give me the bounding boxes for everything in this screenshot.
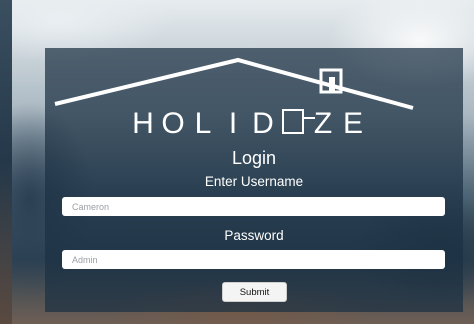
password-input[interactable] [62, 250, 445, 269]
logo-letter-e: E [343, 107, 363, 140]
login-title: Login [231, 148, 277, 168]
holidaze-logo: H O L I D Z E [54, 57, 414, 140]
username-label: Enter Username [204, 174, 304, 189]
page: H O L I D Z E Login Enter Username Passw… [0, 0, 474, 324]
logo-letter-o: O [161, 107, 184, 140]
username-input[interactable] [62, 197, 445, 216]
logo-letter-d: D [252, 107, 274, 140]
logo-letter-h: H [132, 107, 154, 140]
submit-button[interactable]: Submit [222, 282, 287, 302]
left-edge-strip [0, 0, 12, 324]
logo-letter-a [282, 109, 315, 134]
logo-roof-icon [54, 57, 414, 110]
logo-letter-z: Z [314, 107, 332, 140]
logo-letter-l: L [195, 107, 212, 140]
logo-letter-i: I [229, 107, 237, 140]
password-label: Password [224, 228, 284, 243]
